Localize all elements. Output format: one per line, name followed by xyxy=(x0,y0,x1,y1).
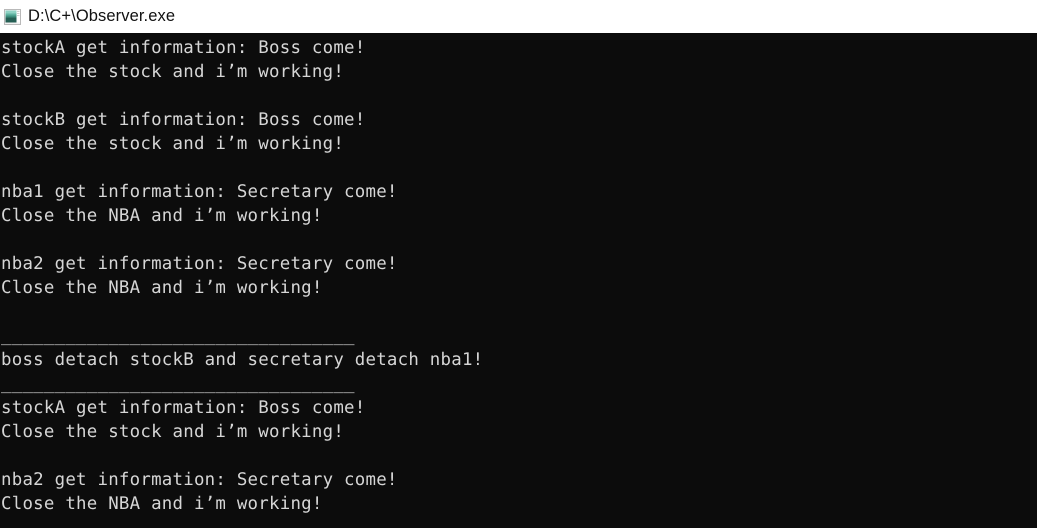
console-line: nba2 get information: Secretary come! xyxy=(1,254,398,274)
console-line: Close the stock and i’m working! xyxy=(1,62,345,82)
console-text: stockA get information: Boss come! Close … xyxy=(0,33,1037,516)
console-line: Close the NBA and i’m working! xyxy=(1,206,323,226)
console-line: nba2 get information: Secretary come! xyxy=(1,470,398,490)
console-line: Close the NBA and i’m working! xyxy=(1,278,323,298)
console-line: _________________________________ xyxy=(1,326,355,346)
console-line: stockB get information: Boss come! xyxy=(1,110,366,130)
console-line: boss detach stockB and secretary detach … xyxy=(1,350,484,370)
console-line: Close the NBA and i’m working! xyxy=(1,494,323,514)
console-line: nba1 get information: Secretary come! xyxy=(1,182,398,202)
console-window-icon xyxy=(4,8,21,25)
console-line: stockA get information: Boss come! xyxy=(1,398,366,418)
console-line: Close the stock and i’m working! xyxy=(1,134,345,154)
console-line: stockA get information: Boss come! xyxy=(1,38,366,58)
console-line: Close the stock and i’m working! xyxy=(1,422,345,442)
console-window: D:\C+\Observer.exe stockA get informatio… xyxy=(0,0,1037,528)
title-bar[interactable]: D:\C+\Observer.exe xyxy=(0,0,1037,33)
console-output-area[interactable]: stockA get information: Boss come! Close … xyxy=(0,33,1037,528)
console-line: _________________________________ xyxy=(1,374,355,394)
window-title: D:\C+\Observer.exe xyxy=(28,7,176,25)
